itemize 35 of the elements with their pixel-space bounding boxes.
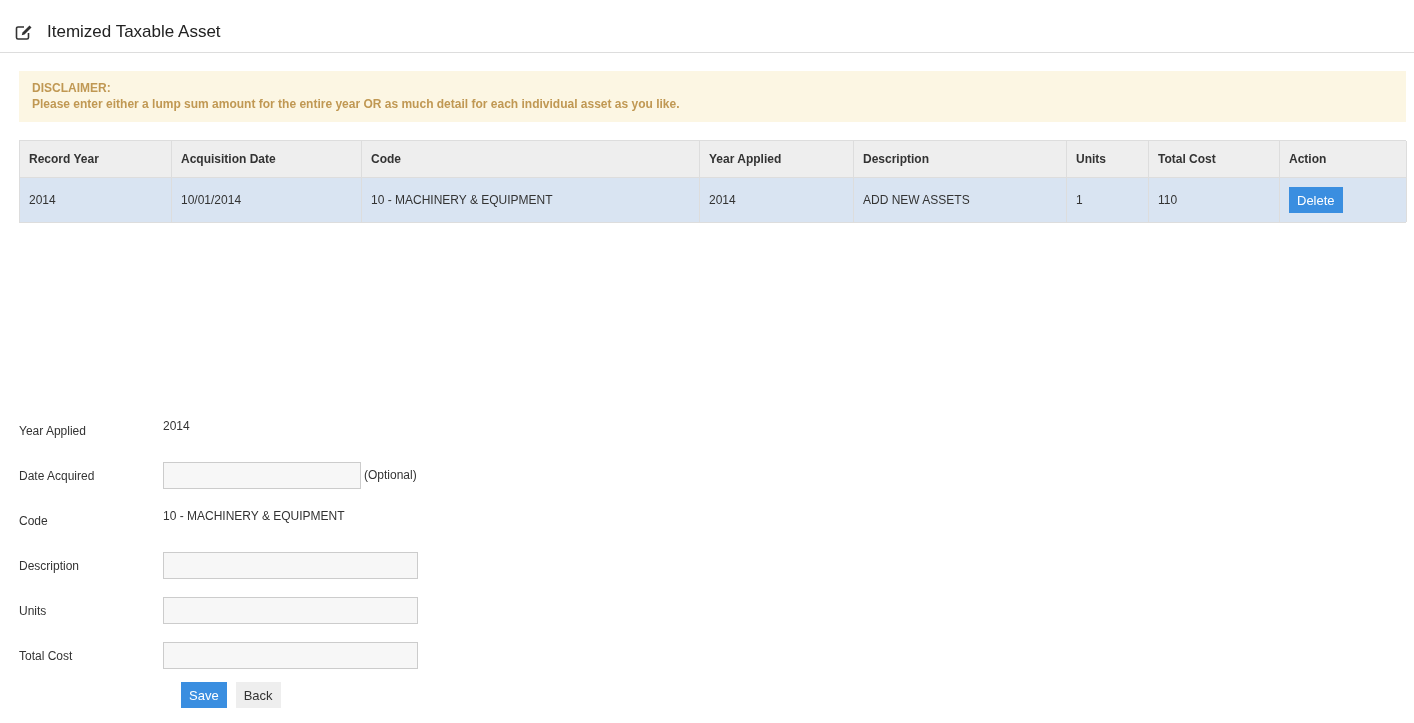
field-label: Date Acquired bbox=[19, 467, 96, 485]
column-header: Record Year bbox=[20, 141, 172, 178]
edit-icon bbox=[15, 24, 33, 40]
column-header: Description bbox=[854, 141, 1067, 178]
field-label: Units bbox=[19, 602, 48, 620]
column-header: Units bbox=[1067, 141, 1149, 178]
input-field[interactable] bbox=[163, 462, 361, 489]
table-cell: 10 - MACHINERY & EQUIPMENT bbox=[362, 178, 700, 222]
field-label: Year Applied bbox=[19, 422, 87, 440]
field-label: Code bbox=[19, 512, 49, 530]
field-label: Total Cost bbox=[19, 647, 74, 665]
table-cell: ADD NEW ASSETS bbox=[854, 178, 1067, 222]
column-header: Action bbox=[1280, 141, 1407, 178]
field-label: Description bbox=[19, 557, 81, 575]
table-cell: 110 bbox=[1149, 178, 1280, 222]
column-header: Total Cost bbox=[1149, 141, 1280, 178]
input-field[interactable] bbox=[163, 642, 418, 669]
optional-note: (Optional) bbox=[364, 467, 417, 482]
field-value: 2014 bbox=[163, 418, 190, 433]
table-cell: 10/01/2014 bbox=[172, 178, 362, 222]
disclaimer-heading: DISCLAIMER: bbox=[32, 80, 112, 96]
disclaimer-text: Please enter either a lump sum amount for the entire year OR as much detail for each individual asset as you like. bbox=[32, 96, 681, 112]
field-value: 10 - MACHINERY & EQUIPMENT bbox=[163, 508, 345, 523]
page-title: Itemized Taxable Asset bbox=[47, 22, 221, 42]
delete-button[interactable]: Delete bbox=[1289, 187, 1343, 213]
save-button[interactable]: Save bbox=[181, 682, 227, 708]
column-header: Year Applied bbox=[700, 141, 854, 178]
back-button[interactable]: Back bbox=[235, 682, 281, 708]
table-cell: 1 bbox=[1067, 178, 1149, 222]
input-field[interactable] bbox=[163, 552, 418, 579]
table-cell: 2014 bbox=[700, 178, 854, 222]
column-header: Acquisition Date bbox=[172, 141, 362, 178]
input-field[interactable] bbox=[163, 597, 418, 624]
table-cell: 2014 bbox=[20, 178, 172, 222]
column-header: Code bbox=[362, 141, 700, 178]
